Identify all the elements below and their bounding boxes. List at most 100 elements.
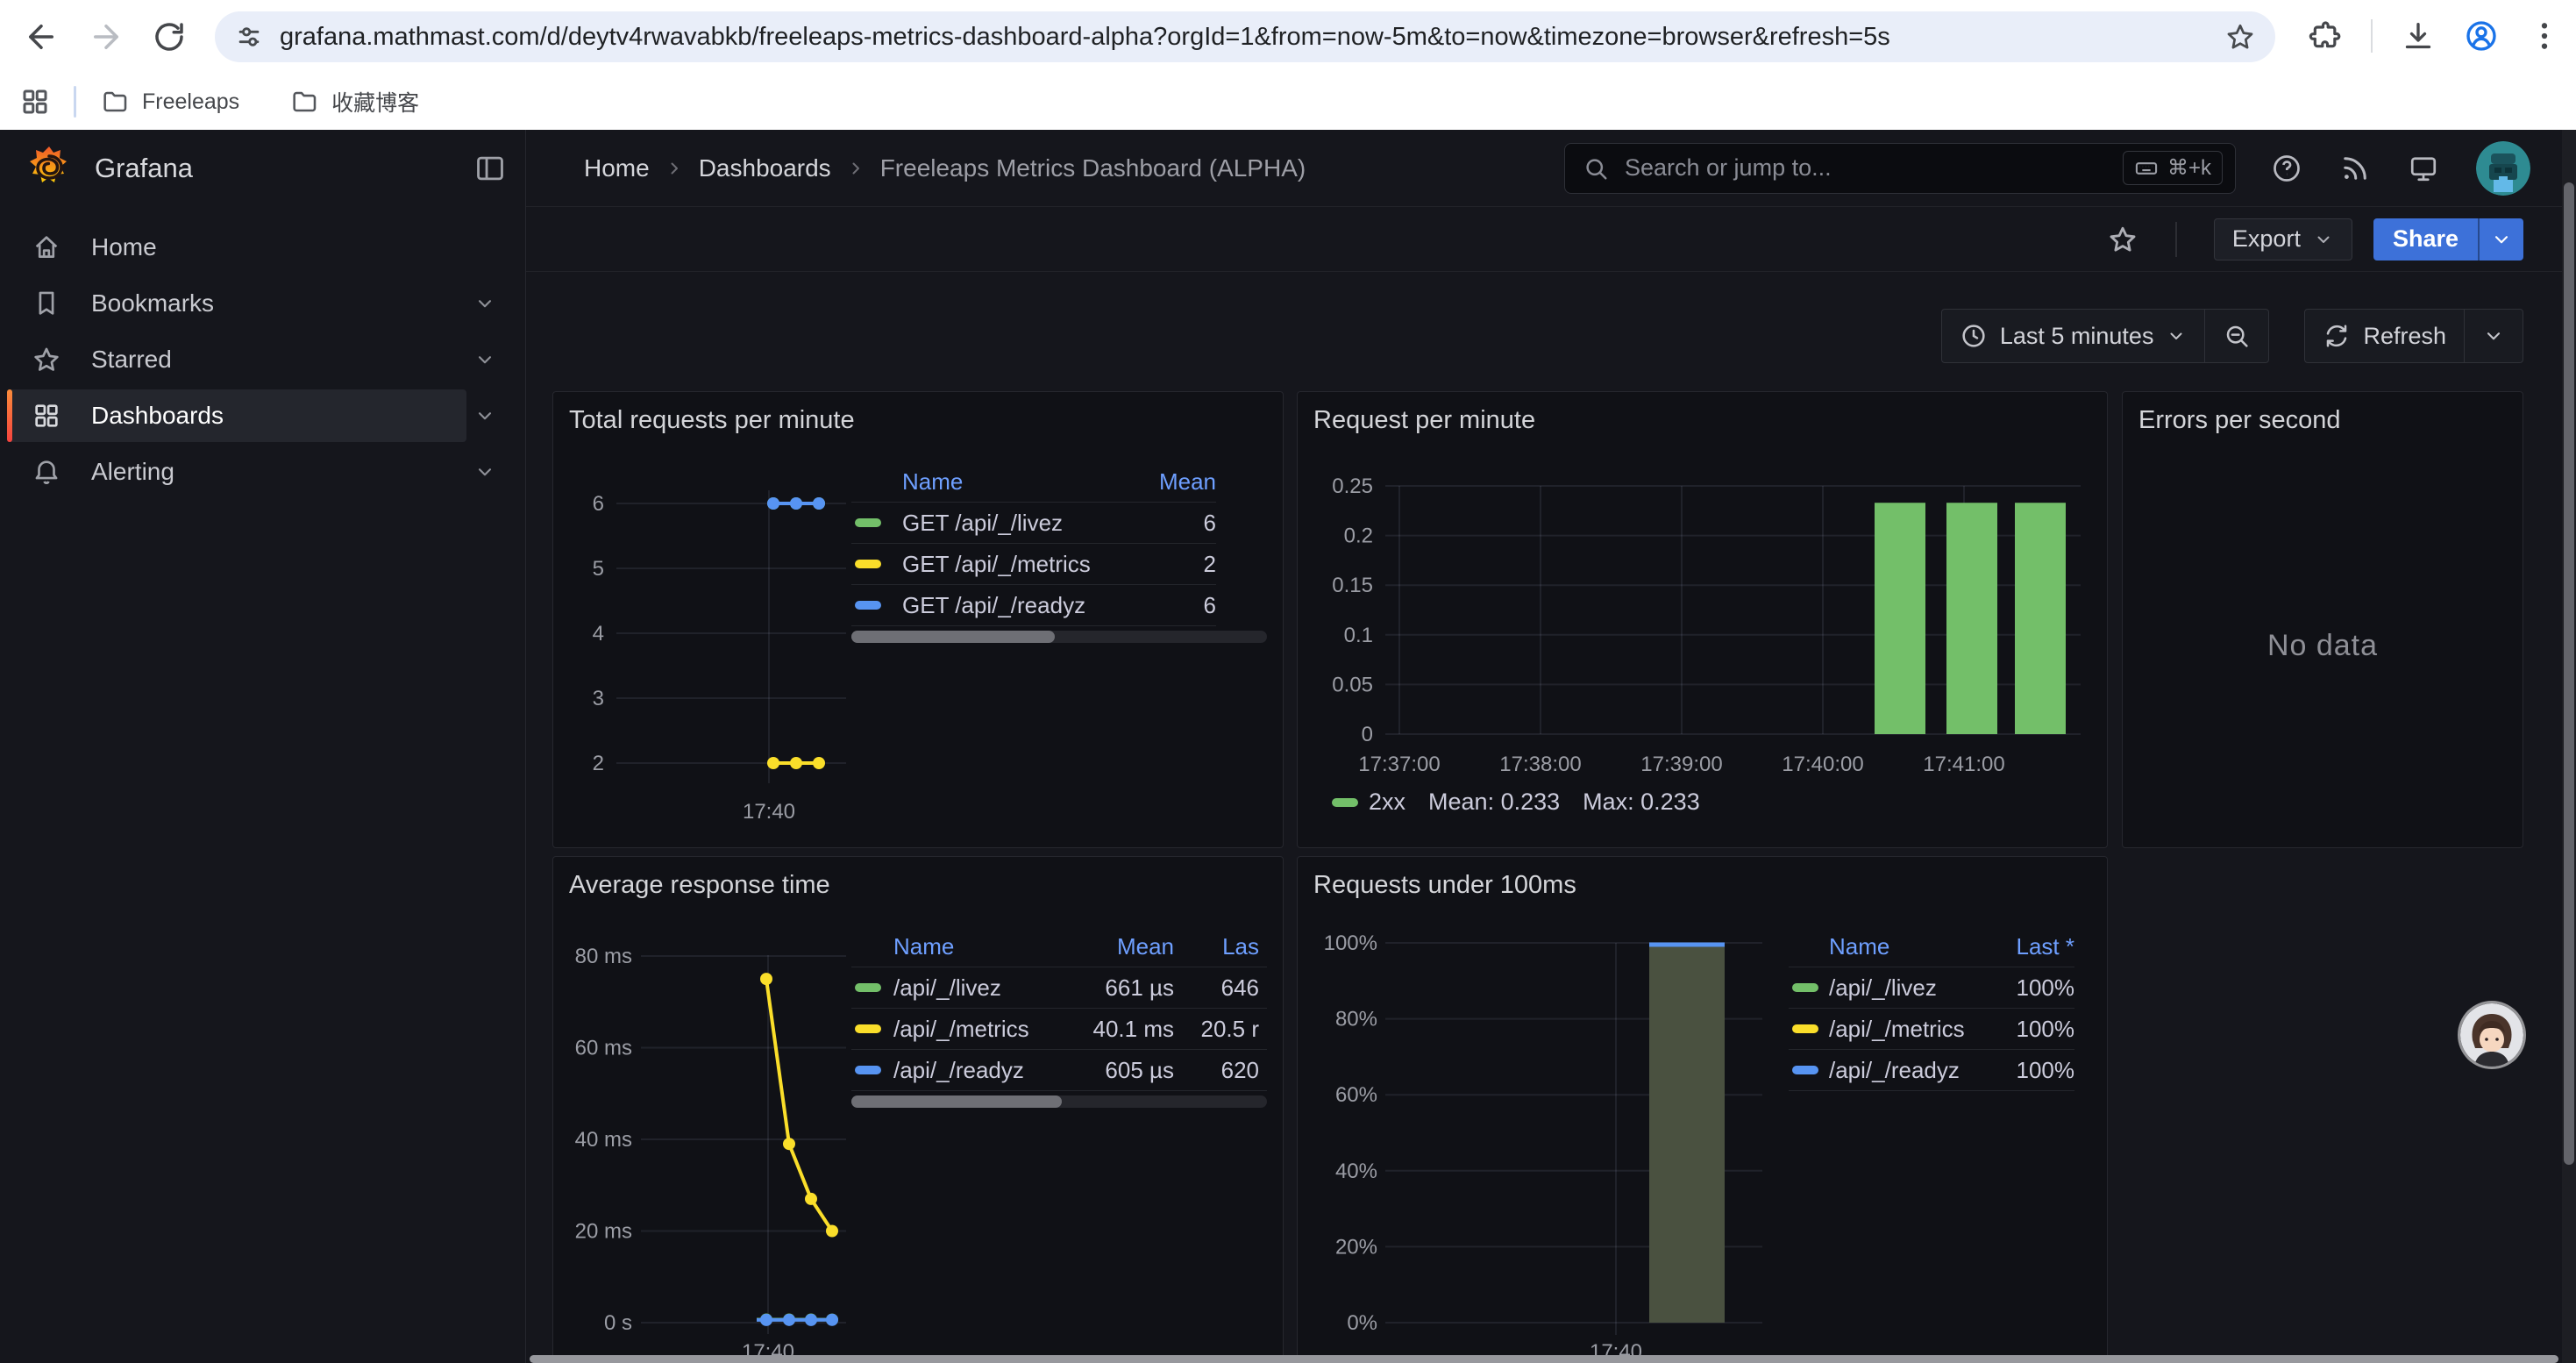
legend-row[interactable]: /api/_/metrics40.1 ms20.5 r [851,1009,1267,1050]
chevron-down-icon [2166,325,2187,346]
legend-row[interactable]: /api/_/livez100% [1789,967,2074,1009]
bookmark-star-icon[interactable] [2224,21,2256,53]
legend-table: NameMean GET /api/_/livez6GET /api/_/metr… [851,462,1267,626]
refresh-button[interactable]: Refresh [2305,310,2464,362]
y-tick-label: 0.15 [1332,574,1373,597]
help-icon[interactable] [2271,153,2302,184]
panel-average-response-time[interactable]: Average response time 80 ms60 ms40 ms20 … [552,856,1284,1363]
y-tick-label: 0 [1362,723,1373,746]
search-box[interactable]: ⌘+k [1564,143,2236,194]
sidebar-item-alerting[interactable]: Alerting [0,444,526,500]
breadcrumb-dashboards[interactable]: Dashboards [699,154,831,182]
legend-value: 646 [1174,974,1259,1002]
user-avatar[interactable] [2476,141,2530,196]
breadcrumb-current: Freeleaps Metrics Dashboard (ALPHA) [880,154,1306,182]
legend-column-header[interactable]: Las [1174,933,1259,960]
bookmark-folder-blogs[interactable]: 收藏博客 [290,86,419,118]
time-range-picker[interactable]: Last 5 minutes [1942,310,2205,362]
panel-title[interactable]: Requests under 100ms [1313,871,1576,900]
refresh-interval-dropdown[interactable] [2464,310,2523,362]
chevron-down-icon[interactable] [473,460,496,483]
profile-icon[interactable] [2464,18,2499,54]
legend-scrollbar[interactable] [851,631,1267,643]
legend-value: 605 µs [1048,1057,1174,1084]
back-icon[interactable] [23,18,60,55]
folder-icon [101,88,129,116]
legend-value: 620 [1174,1057,1259,1084]
apps-grid-icon [32,401,61,431]
legend-column-header[interactable]: Mean [1048,933,1174,960]
legend-series-name: /api/_/readyz [893,1057,1048,1084]
news-rss-icon[interactable] [2339,153,2371,184]
legend-series-name: /api/_/livez [1829,974,1969,1002]
y-tick-label: 0.25 [1332,475,1373,498]
panel-title[interactable]: Average response time [569,871,830,900]
sidebar-item-home[interactable]: Home [0,219,526,275]
legend-row[interactable]: /api/_/readyz100% [1789,1050,2074,1091]
legend-header: NameLast * [1789,927,2074,967]
share-dropdown-button[interactable] [2478,218,2523,260]
series-color-swatch [855,1066,881,1074]
y-tick-label: 0.2 [1344,525,1373,548]
panel-request-per-minute[interactable]: Request per minute 0.250.20.150.10.05017… [1297,391,2108,848]
menu-kebab-icon[interactable] [2527,18,2562,54]
monitor-icon[interactable] [2408,153,2439,184]
series-GET /api/_/readyz [767,497,825,510]
legend[interactable]: 2xxMean: 0.233Max: 0.233 [1332,789,1700,816]
share-button[interactable]: Share [2373,218,2478,260]
legend-scrollbar[interactable] [851,1095,1267,1108]
sidebar-item-dashboards[interactable]: Dashboards [0,388,526,444]
legend-column-header[interactable]: Name [893,933,1048,960]
legend-row[interactable]: GET /api/_/metrics2 [851,544,1216,585]
chevron-down-icon[interactable] [473,404,496,427]
bookmark-folder-freeleaps[interactable]: Freeleaps [101,88,239,116]
legend-column-header[interactable]: Last * [1969,933,2074,960]
sidebar-item-bookmarks[interactable]: Bookmarks [0,275,526,332]
legend-row[interactable]: /api/_/livez661 µs646 [851,967,1267,1009]
scrollbar-thumb[interactable] [851,631,1055,643]
legend-series-name[interactable]: 2xx [1369,789,1405,816]
grid [1385,943,1762,1335]
chevron-down-icon[interactable] [473,292,496,315]
site-settings-icon[interactable] [234,22,264,52]
sidebar-toggle-icon[interactable] [473,152,507,185]
url-input[interactable]: grafana.mathmast.com/d/deytv4rwavabkb/fr… [280,23,2224,52]
legend-row[interactable]: /api/_/metrics100% [1789,1009,2074,1050]
horizontal-scrollbar[interactable] [530,1355,2558,1363]
legend-column-header[interactable]: Name [1829,933,1969,960]
grafana-app: Grafana Home Bookmarks [0,130,2576,1363]
panel-title[interactable]: Errors per second [2138,406,2341,435]
legend-column-header[interactable]: Name [902,468,1114,496]
panel-title[interactable]: Total requests per minute [569,406,855,435]
export-button[interactable]: Export [2214,218,2352,260]
legend-column-header[interactable]: Mean [1114,468,1216,496]
sidebar-item-starred[interactable]: Starred [0,332,526,388]
legend-row[interactable]: GET /api/_/livez6 [851,503,1216,544]
panel-errors-per-second[interactable]: Errors per second No data [2122,391,2523,848]
zoom-out-button[interactable] [2204,310,2268,362]
legend-row[interactable]: GET /api/_/readyz6 [851,585,1216,626]
sidebar: Grafana Home Bookmarks [0,130,526,1363]
download-icon[interactable] [2401,18,2436,54]
panel-requests-under-100ms[interactable]: Requests under 100ms 100%80%60%40%20%0%1… [1297,856,2108,1363]
search-input[interactable] [1623,153,2123,182]
time-controls: Last 5 minutes Refresh [1941,309,2523,363]
favorite-star-icon[interactable] [2107,224,2138,255]
panel-total-requests-per-minute[interactable]: Total requests per minute 6543217:40 Nam… [552,391,1284,848]
chevron-down-icon[interactable] [473,348,496,371]
grafana-logo-icon[interactable] [25,144,74,193]
bar-chart[interactable]: 0.250.20.150.10.05017:37:0017:38:0017:39… [1298,392,2109,849]
assistant-avatar[interactable] [2460,1003,2523,1067]
scrollbar-thumb[interactable] [851,1095,1062,1108]
legend-value: 100% [1969,974,2074,1002]
panel-title[interactable]: Request per minute [1313,406,1535,435]
reload-icon[interactable] [151,18,188,55]
extensions-icon[interactable] [2308,18,2343,54]
breadcrumb-home[interactable]: Home [584,154,650,182]
forward-icon[interactable] [88,18,125,55]
url-bar[interactable]: grafana.mathmast.com/d/deytv4rwavabkb/fr… [215,11,2275,62]
page-scrollbar[interactable] [2562,130,2576,1363]
scrollbar-thumb[interactable] [2564,182,2574,1165]
apps-grid-icon[interactable] [19,86,51,118]
legend-row[interactable]: /api/_/readyz605 µs620 [851,1050,1267,1091]
